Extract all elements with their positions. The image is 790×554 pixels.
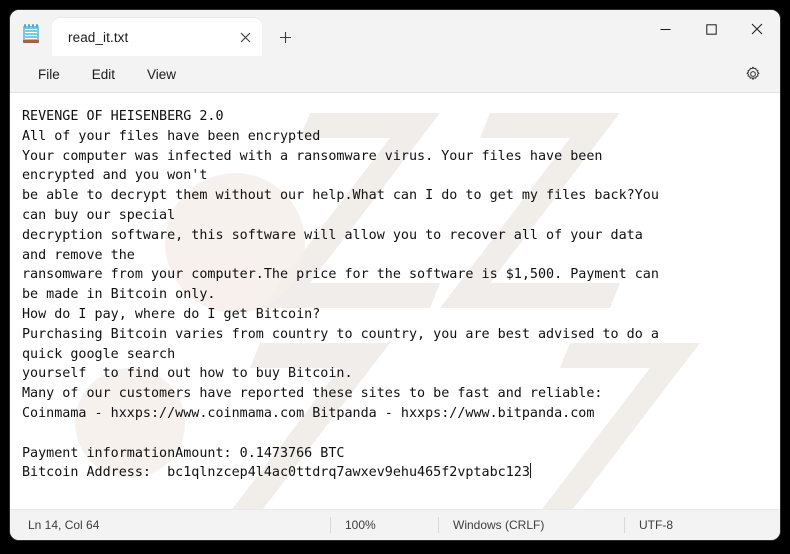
close-window-button[interactable] bbox=[734, 10, 780, 48]
menu-view[interactable]: View bbox=[135, 63, 188, 86]
maximize-button[interactable] bbox=[688, 10, 734, 48]
notepad-window: read_it.txt File Edit View REVENGE OF HE… bbox=[10, 10, 780, 540]
minimize-button[interactable] bbox=[642, 10, 688, 48]
ransom-note-text: REVENGE OF HEISENBERG 2.0 All of your fi… bbox=[22, 109, 659, 481]
status-cursor-position: Ln 14, Col 64 bbox=[28, 518, 100, 532]
new-tab-button[interactable] bbox=[268, 20, 302, 54]
window-controls bbox=[642, 10, 780, 48]
status-zoom-level[interactable]: 100% bbox=[330, 517, 438, 533]
editor-content[interactable]: REVENGE OF HEISENBERG 2.0 All of your fi… bbox=[10, 93, 780, 493]
text-caret bbox=[529, 463, 531, 479]
tab-title: read_it.txt bbox=[68, 29, 129, 45]
title-bar: read_it.txt bbox=[10, 10, 780, 56]
status-encoding[interactable]: UTF-8 bbox=[624, 517, 687, 533]
gear-icon[interactable] bbox=[738, 60, 768, 88]
tab-read-it-txt[interactable]: read_it.txt bbox=[52, 18, 262, 56]
close-tab-icon[interactable] bbox=[232, 24, 258, 50]
screen: read_it.txt File Edit View REVENGE OF HE… bbox=[0, 0, 790, 554]
menu-bar: File Edit View bbox=[10, 56, 780, 93]
menu-edit[interactable]: Edit bbox=[80, 63, 127, 86]
menu-file[interactable]: File bbox=[26, 63, 72, 86]
status-bar: Ln 14, Col 64 100% Windows (CRLF) UTF-8 bbox=[10, 509, 780, 540]
editor-area[interactable]: REVENGE OF HEISENBERG 2.0 All of your fi… bbox=[10, 93, 780, 509]
status-line-ending[interactable]: Windows (CRLF) bbox=[438, 517, 624, 533]
notepad-icon bbox=[10, 10, 52, 56]
